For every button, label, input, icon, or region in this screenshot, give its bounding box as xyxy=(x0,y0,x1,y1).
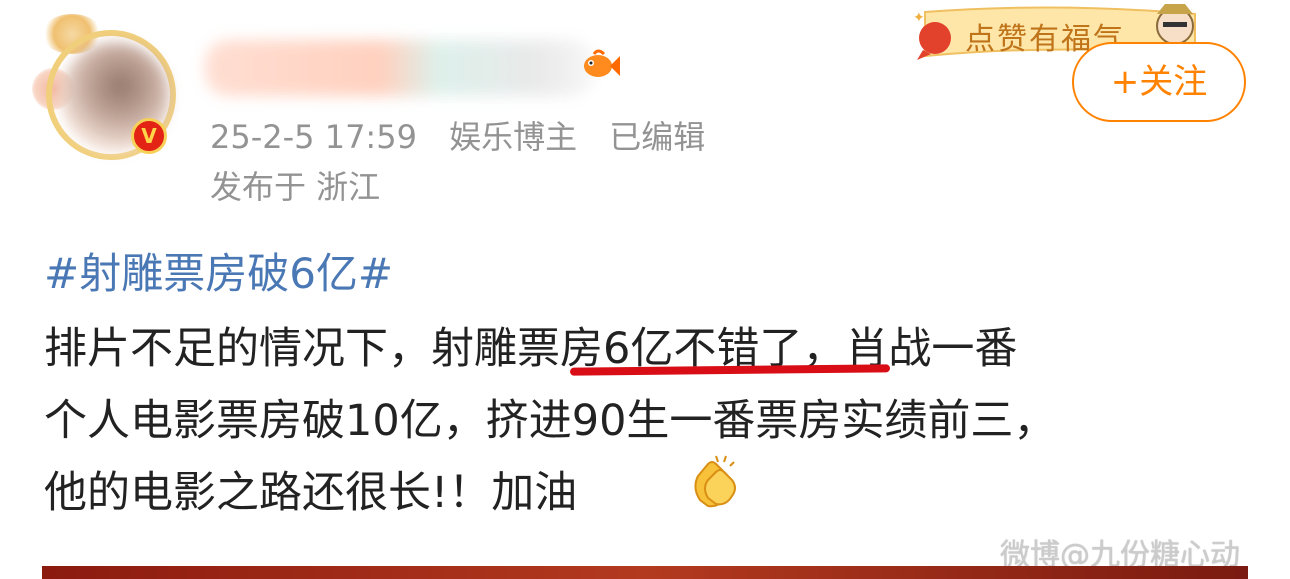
post-date: 25-2-5 17:59 xyxy=(210,118,417,156)
post-text-line: 他的电影之路还很长!！加油 xyxy=(44,468,578,518)
hashtag-link[interactable]: #射雕票房破6亿# xyxy=(44,240,393,301)
post-location: 发布于 浙江 xyxy=(210,168,381,206)
post-text-line: 个人电影票房破10亿，挤进90生一番票房实绩前三， xyxy=(44,396,1057,446)
fish-icon xyxy=(584,49,620,77)
post-meta: 25-2-5 17:59 娱乐博主 已编辑 xyxy=(210,112,705,158)
bottom-image-strip xyxy=(42,566,1248,579)
clapping-hands-icon xyxy=(694,455,736,508)
follow-button[interactable]: +关注 xyxy=(1072,42,1246,122)
username-blurred[interactable] xyxy=(205,40,595,96)
post-edited: 已编辑 xyxy=(609,118,706,156)
svg-text:✦: ✦ xyxy=(913,10,925,26)
avatar[interactable] xyxy=(32,12,192,172)
verified-v-icon: V xyxy=(131,118,167,154)
post-category: 娱乐博主 xyxy=(449,118,578,156)
